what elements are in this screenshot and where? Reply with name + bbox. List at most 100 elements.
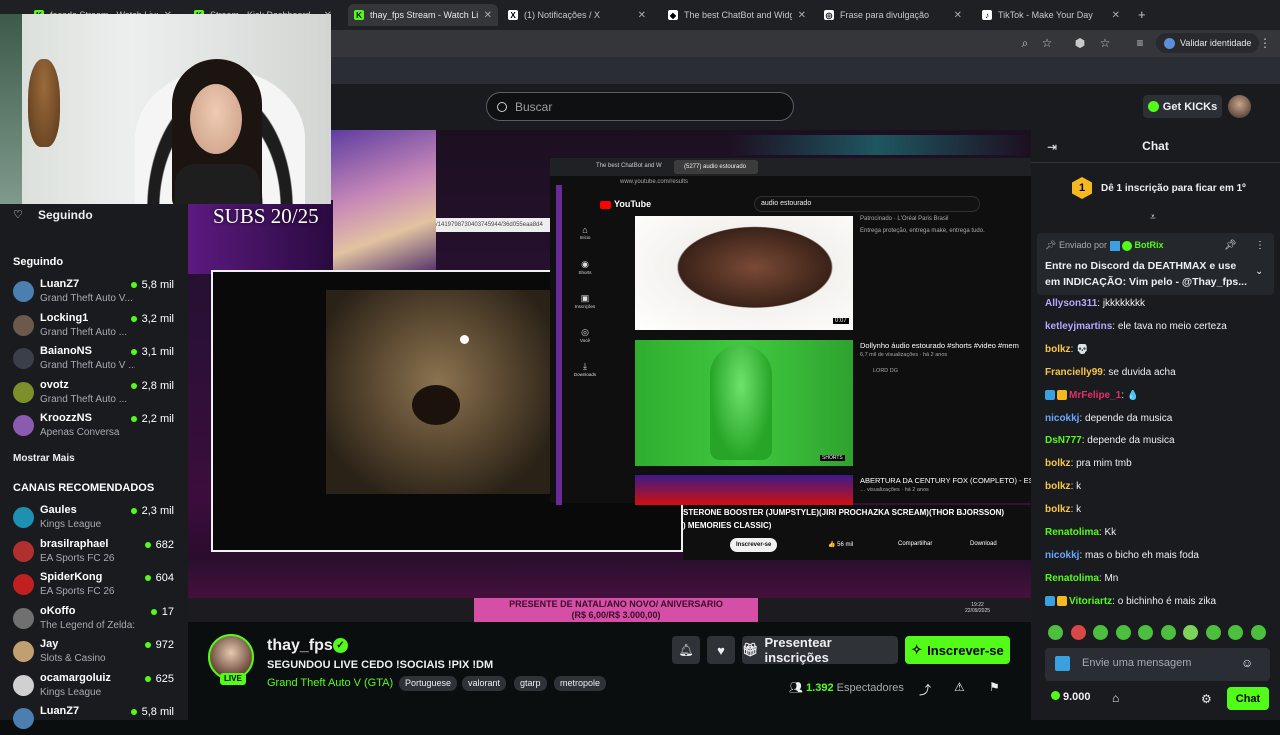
sidebar-channel[interactable]: LuanZ7 5,8 mil: [0, 702, 188, 735]
close-tab-icon[interactable]: ✕: [638, 10, 646, 21]
chevron-down-icon[interactable]: ⌄: [1255, 266, 1263, 277]
streamer-body: [175, 164, 260, 204]
sidebar-channel[interactable]: Gaules Kings League 2,3 mil: [0, 501, 188, 534]
emote-icon[interactable]: [1093, 625, 1108, 640]
channel-category: Grand Theft Auto V ...: [40, 360, 135, 371]
sidebar-channel[interactable]: oKoffo The Legend of Zelda: Ec... 17: [0, 602, 188, 635]
gift-subs-button[interactable]: 🎁︎ Presentear inscrições: [742, 635, 898, 665]
get-kicks-button[interactable]: Get KICKs: [1143, 95, 1222, 118]
sidebar-channel[interactable]: ocamargoluiz Kings League 625: [0, 669, 188, 702]
zoom-icon[interactable]: ⌕: [1018, 36, 1032, 50]
chat-settings-icon[interactable]: ⚙: [1201, 692, 1212, 706]
sidebar-channel[interactable]: Locking1 Grand Theft Auto ... 3,2 mil: [0, 309, 188, 342]
chat-username[interactable]: Renatolima: [1045, 573, 1099, 584]
yt-search-field: audio estourado: [754, 196, 980, 212]
sidebar-channel[interactable]: Jay Slots & Casino 972: [0, 635, 188, 668]
emote-icon[interactable]: [1250, 625, 1266, 640]
chat-username[interactable]: bolkz: [1045, 504, 1071, 515]
chat-username[interactable]: nicokkj: [1045, 550, 1079, 561]
expand-arrow-icon[interactable]: ⩡: [1150, 212, 1156, 223]
chat-text: Mn: [1104, 572, 1119, 584]
clip-icon[interactable]: ⚑: [989, 680, 1000, 694]
tag-portuguese[interactable]: Portuguese: [399, 676, 458, 691]
stream-category-link[interactable]: Grand Theft Auto V (GTA): [267, 677, 393, 689]
following-header[interactable]: Seguindo: [38, 208, 93, 222]
new-tab-icon[interactable]: +: [1138, 7, 1146, 22]
search-bar[interactable]: Buscar: [486, 92, 794, 121]
chat-username[interactable]: Vitoriartz: [1069, 596, 1112, 607]
yt-nav-icon: ◉: [581, 259, 589, 269]
chat-username[interactable]: DsN777: [1045, 435, 1082, 446]
subs-goal-overlay: SUBS 20/25: [213, 204, 319, 228]
emote-icon[interactable]: [1048, 625, 1063, 640]
chat-username[interactable]: bolkz: [1045, 458, 1071, 469]
sidebar-channel[interactable]: LuanZ7 Grand Theft Auto V... 5,8 mil: [0, 275, 188, 308]
sidebar-channel[interactable]: ovotz Grand Theft Auto ... 2,8 mil: [0, 376, 188, 409]
bookmarks-icon[interactable]: ☆: [1098, 36, 1112, 50]
close-tab-icon[interactable]: ✕: [484, 10, 492, 21]
close-tab-icon[interactable]: ✕: [798, 10, 806, 21]
profile-icon: [1164, 37, 1175, 49]
tag-valorant[interactable]: valorant: [462, 676, 507, 691]
emote-icon[interactable]: [1138, 625, 1153, 640]
chat-message: nicokkj: mas o bicho eh mais foda: [1045, 550, 1275, 561]
chat-username[interactable]: ketleyjmartins: [1045, 321, 1112, 332]
sidebar-channel[interactable]: SpiderKong EA Sports FC 26 604: [0, 568, 188, 601]
kicks-balance[interactable]: 9.000: [1051, 691, 1091, 703]
tag-metropole[interactable]: metropole: [554, 676, 607, 691]
channel-avatar: [13, 574, 34, 595]
share-icon[interactable]: ⤴: [919, 681, 931, 698]
browser-tab[interactable]: Kthay_fps Stream - Watch Live o ✕: [348, 4, 498, 26]
yt-likes: 👍 56 mil: [828, 542, 854, 548]
chat-username[interactable]: Allyson311: [1045, 298, 1097, 309]
viewers-icon: 👥︎: [789, 682, 803, 694]
chat-username[interactable]: bolkz: [1045, 481, 1071, 492]
verify-identity-button[interactable]: Validar identidade: [1156, 33, 1260, 53]
report-icon[interactable]: ⚠: [954, 680, 965, 694]
sidebar-channel[interactable]: KroozzNS Apenas Conversa 2,2 mil: [0, 409, 188, 442]
channel-name[interactable]: thay_fps: [267, 637, 333, 655]
chat-username[interactable]: bolkz: [1045, 344, 1071, 355]
show-more-link[interactable]: Mostrar Mais: [13, 453, 75, 464]
pinned-menu-icon[interactable]: ⋮: [1255, 240, 1265, 251]
close-tab-icon[interactable]: ✕: [1112, 10, 1120, 21]
follow-button[interactable]: ♥: [707, 636, 735, 664]
emoji-picker-icon[interactable]: ☺: [1241, 656, 1253, 670]
sidebar-channel[interactable]: brasilraphael EA Sports FC 26 682: [0, 535, 188, 568]
browser-tab[interactable]: ♪ TikTok - Make Your Day ✕: [976, 4, 1126, 26]
chat-message: MrFelipe_1: 💧: [1045, 390, 1275, 401]
crown-badge-icon: [1057, 389, 1067, 400]
subscribe-button[interactable]: ✧ Inscrever-se: [905, 636, 1010, 664]
media-icon[interactable]: ≡: [1133, 36, 1147, 50]
emote-icon[interactable]: [1228, 625, 1243, 640]
verified-icon: ✓: [333, 638, 348, 653]
bookmark-star-icon[interactable]: ☆: [1040, 36, 1054, 50]
chat-username[interactable]: Francielly99: [1045, 367, 1103, 378]
extension-icon[interactable]: ⬢: [1073, 36, 1087, 50]
sidebar-channel[interactable]: BaianoNS Grand Theft Auto V ... 3,1 mil: [0, 342, 188, 375]
unpin-icon[interactable]: 📌︎: [1224, 240, 1237, 251]
browser-menu-icon[interactable]: ⋮: [1258, 36, 1272, 50]
notification-bell-button[interactable]: 🔔︎: [672, 636, 700, 664]
emote-icon[interactable]: [1115, 625, 1131, 640]
close-tab-icon[interactable]: ✕: [954, 10, 962, 21]
send-chat-button[interactable]: Chat: [1227, 687, 1269, 710]
browser-tab[interactable]: X (1) Notificações / X ✕: [502, 4, 652, 26]
channel-avatar: [13, 540, 34, 562]
badge-selector-icon[interactable]: [1055, 656, 1070, 671]
chat-username[interactable]: MrFelipe_1: [1069, 390, 1121, 401]
emote-icon[interactable]: [1070, 625, 1086, 640]
sub-badge-icon: [1045, 389, 1055, 400]
emote-icon[interactable]: [1205, 625, 1221, 640]
browser-tab[interactable]: ◎ Frase para divulgação ✕: [818, 4, 968, 26]
chat-username[interactable]: nicokkj: [1045, 413, 1079, 424]
store-icon[interactable]: ⌂: [1112, 691, 1119, 705]
browser-tab[interactable]: ◆ The best ChatBot and Widgets ✕: [662, 4, 812, 26]
emote-icon[interactable]: [1160, 625, 1176, 640]
user-avatar[interactable]: [1228, 95, 1251, 118]
webcam-overlay: [0, 14, 331, 204]
chat-username[interactable]: Renatolima: [1045, 527, 1099, 538]
emote-icon[interactable]: [1183, 625, 1198, 640]
ad-thumbnail: [635, 216, 853, 330]
tag-gtarp[interactable]: gtarp: [514, 676, 547, 691]
